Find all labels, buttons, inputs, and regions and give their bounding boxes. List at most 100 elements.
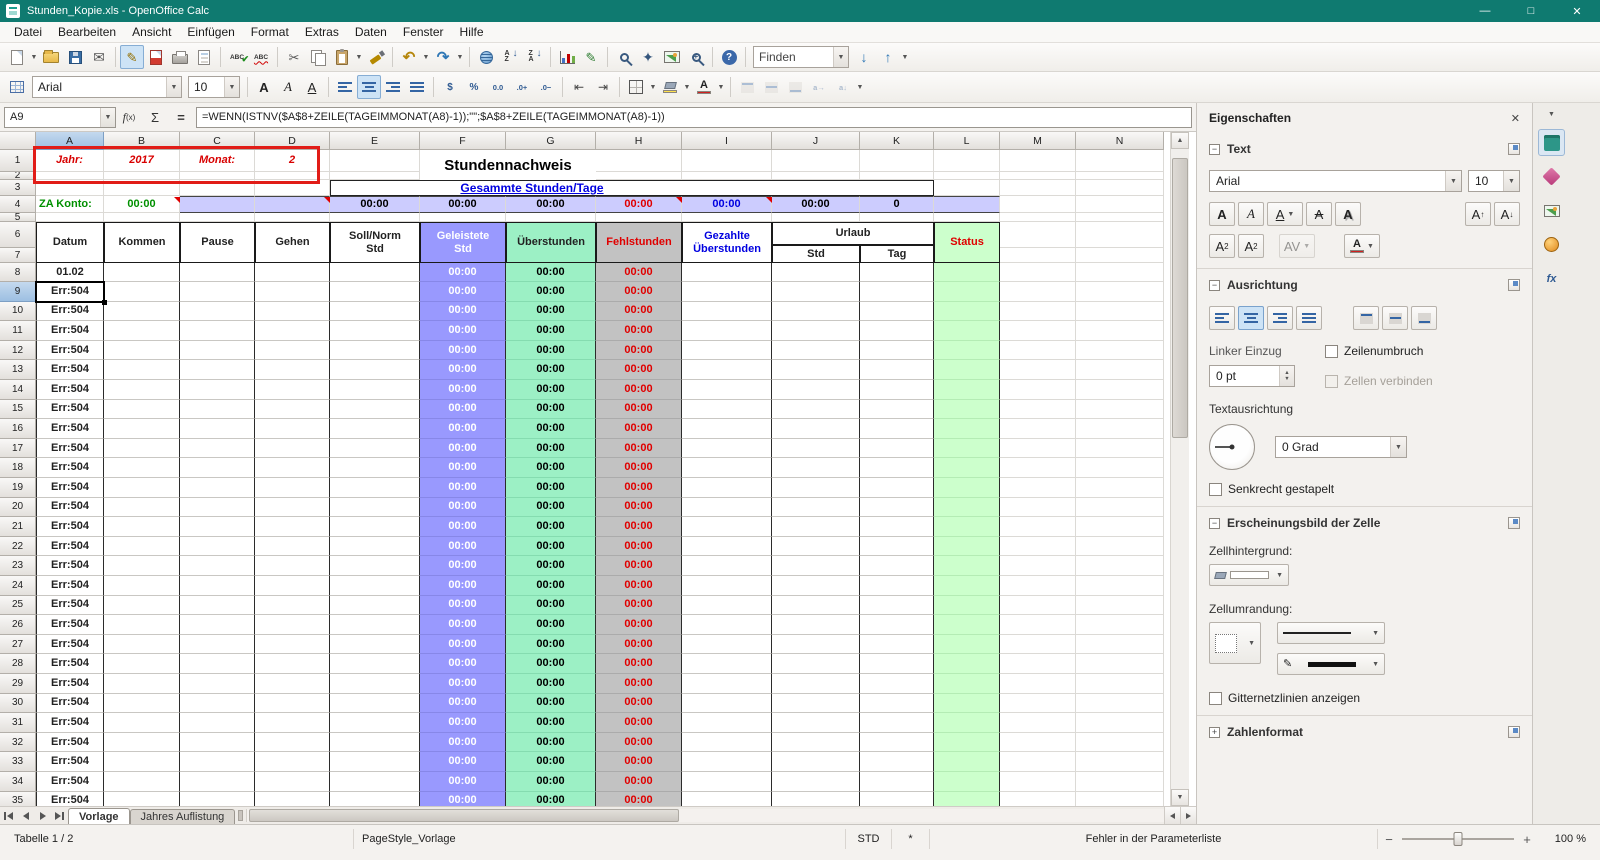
cell-E31[interactable] <box>330 713 420 733</box>
cell-C15[interactable] <box>180 399 255 420</box>
minimize-button[interactable]: — <box>1462 0 1508 22</box>
cell-F12[interactable]: 00:00 <box>420 340 506 361</box>
cell-N11[interactable] <box>1076 321 1164 341</box>
row-header-22[interactable]: 22 <box>0 536 36 557</box>
cell-K18[interactable] <box>860 458 934 478</box>
sidebar-align-left-button[interactable] <box>1209 306 1235 330</box>
cell-K35[interactable] <box>860 791 934 806</box>
cell-N15[interactable] <box>1076 399 1164 420</box>
row-header-4[interactable]: 4 <box>0 196 36 213</box>
cell-D18[interactable] <box>255 458 330 478</box>
cell-C12[interactable] <box>180 340 255 361</box>
cell-H25[interactable]: 00:00 <box>596 595 682 616</box>
cell-G34[interactable]: 00:00 <box>506 772 596 792</box>
cell-D22[interactable] <box>255 536 330 557</box>
sidebar-shadow-button[interactable]: A <box>1335 202 1361 226</box>
cell-A25[interactable]: Err:504 <box>36 595 104 616</box>
sidebar-align-middle-button[interactable] <box>1382 306 1408 330</box>
cell-N34[interactable] <box>1076 772 1164 792</box>
cell-E25[interactable] <box>330 595 420 616</box>
cell-N23[interactable] <box>1076 556 1164 576</box>
zoom-out-icon[interactable]: − <box>1382 832 1396 847</box>
row-header-12[interactable]: 12 <box>0 340 36 361</box>
cell-L22[interactable] <box>934 536 1000 557</box>
cell-E11[interactable] <box>330 321 420 341</box>
cell-D20[interactable] <box>255 497 330 518</box>
cell-F23[interactable]: 00:00 <box>420 556 506 576</box>
cell-L27[interactable] <box>934 634 1000 655</box>
cell-I21[interactable] <box>682 517 772 537</box>
cell-B4[interactable]: 00:00 <box>104 196 180 213</box>
sidebar-subscript-button[interactable]: A2 <box>1238 234 1264 258</box>
cell-M12[interactable] <box>1000 340 1076 361</box>
sidebar-tab-functions[interactable]: fx <box>1538 265 1565 292</box>
toolbar-overflow-icon[interactable]: ▼ <box>855 75 865 99</box>
cell-I4[interactable]: 00:00 <box>682 196 772 213</box>
cell-C29[interactable] <box>180 674 255 694</box>
cell-B23[interactable] <box>104 556 180 576</box>
find-combo[interactable]: Finden ▼ <box>753 46 849 68</box>
cell-H34[interactable]: 00:00 <box>596 772 682 792</box>
cell-B11[interactable] <box>104 321 180 341</box>
cell-I17[interactable] <box>682 438 772 459</box>
cell-N2[interactable] <box>1076 172 1164 180</box>
cell-G29[interactable]: 00:00 <box>506 674 596 694</box>
cell-L19[interactable] <box>934 478 1000 498</box>
cell-N20[interactable] <box>1076 497 1164 518</box>
cell-F16[interactable]: 00:00 <box>420 419 506 439</box>
cell-B16[interactable] <box>104 419 180 439</box>
cell-L28[interactable] <box>934 654 1000 674</box>
cell-M20[interactable] <box>1000 497 1076 518</box>
cell-border-button[interactable]: ▼ <box>1209 622 1261 664</box>
cell-I24[interactable] <box>682 576 772 596</box>
format-table-button[interactable] <box>5 75 29 99</box>
column-header-D[interactable]: D <box>255 132 330 150</box>
add-decimal-place-button[interactable]: .0+ <box>510 75 534 99</box>
cell-B3[interactable] <box>104 180 180 196</box>
menu-daten[interactable]: Daten <box>347 23 395 41</box>
cell-M11[interactable] <box>1000 321 1076 341</box>
cell-C23[interactable] <box>180 556 255 576</box>
cell-H11[interactable]: 00:00 <box>596 321 682 341</box>
row-header-30[interactable]: 30 <box>0 693 36 714</box>
cell-D21[interactable] <box>255 517 330 537</box>
cell-C31[interactable] <box>180 713 255 733</box>
cell-K33[interactable] <box>860 752 934 772</box>
row-header-13[interactable]: 13 <box>0 360 36 380</box>
export-pdf-button[interactable] <box>144 45 168 69</box>
background-color-dropdown-icon[interactable]: ▼ <box>682 75 692 99</box>
cell-C22[interactable] <box>180 536 255 557</box>
delete-decimal-place-button[interactable]: .0− <box>534 75 558 99</box>
cell-C32[interactable] <box>180 732 255 753</box>
cell-C14[interactable] <box>180 380 255 400</box>
row-header-10[interactable]: 10 <box>0 301 36 322</box>
cell-J16[interactable] <box>772 419 860 439</box>
cell-M17[interactable] <box>1000 438 1076 459</box>
cell-B26[interactable] <box>104 615 180 635</box>
cell-M5[interactable] <box>1000 213 1076 222</box>
cell-E18[interactable] <box>330 458 420 478</box>
cell-G12[interactable]: 00:00 <box>506 340 596 361</box>
cell-M26[interactable] <box>1000 615 1076 635</box>
cell-B10[interactable] <box>104 301 180 322</box>
cell-D34[interactable] <box>255 772 330 792</box>
font-color-dropdown-icon[interactable]: ▼ <box>716 75 726 99</box>
cell-L31[interactable] <box>934 713 1000 733</box>
cell-N7[interactable] <box>1076 248 1164 263</box>
cell-B34[interactable] <box>104 772 180 792</box>
cell-E32[interactable] <box>330 732 420 753</box>
cell-K11[interactable] <box>860 321 934 341</box>
number-format-dialog-launcher-icon[interactable] <box>1508 726 1520 738</box>
cell-B1[interactable]: 2017 <box>104 150 180 172</box>
menu-ansicht[interactable]: Ansicht <box>124 23 179 41</box>
cell-H24[interactable]: 00:00 <box>596 576 682 596</box>
next-sheet-button[interactable] <box>34 807 51 824</box>
cell-B29[interactable] <box>104 674 180 694</box>
row-header-29[interactable]: 29 <box>0 674 36 694</box>
row-header-5[interactable]: 5 <box>0 213 36 222</box>
cell-A35[interactable]: Err:504 <box>36 791 104 806</box>
vertically-stacked-checkbox[interactable]: Senkrecht gestapelt <box>1209 482 1334 496</box>
vertical-scrollbar-thumb[interactable] <box>1172 158 1188 438</box>
cell-B24[interactable] <box>104 576 180 596</box>
menu-extras[interactable]: Extras <box>297 23 347 41</box>
